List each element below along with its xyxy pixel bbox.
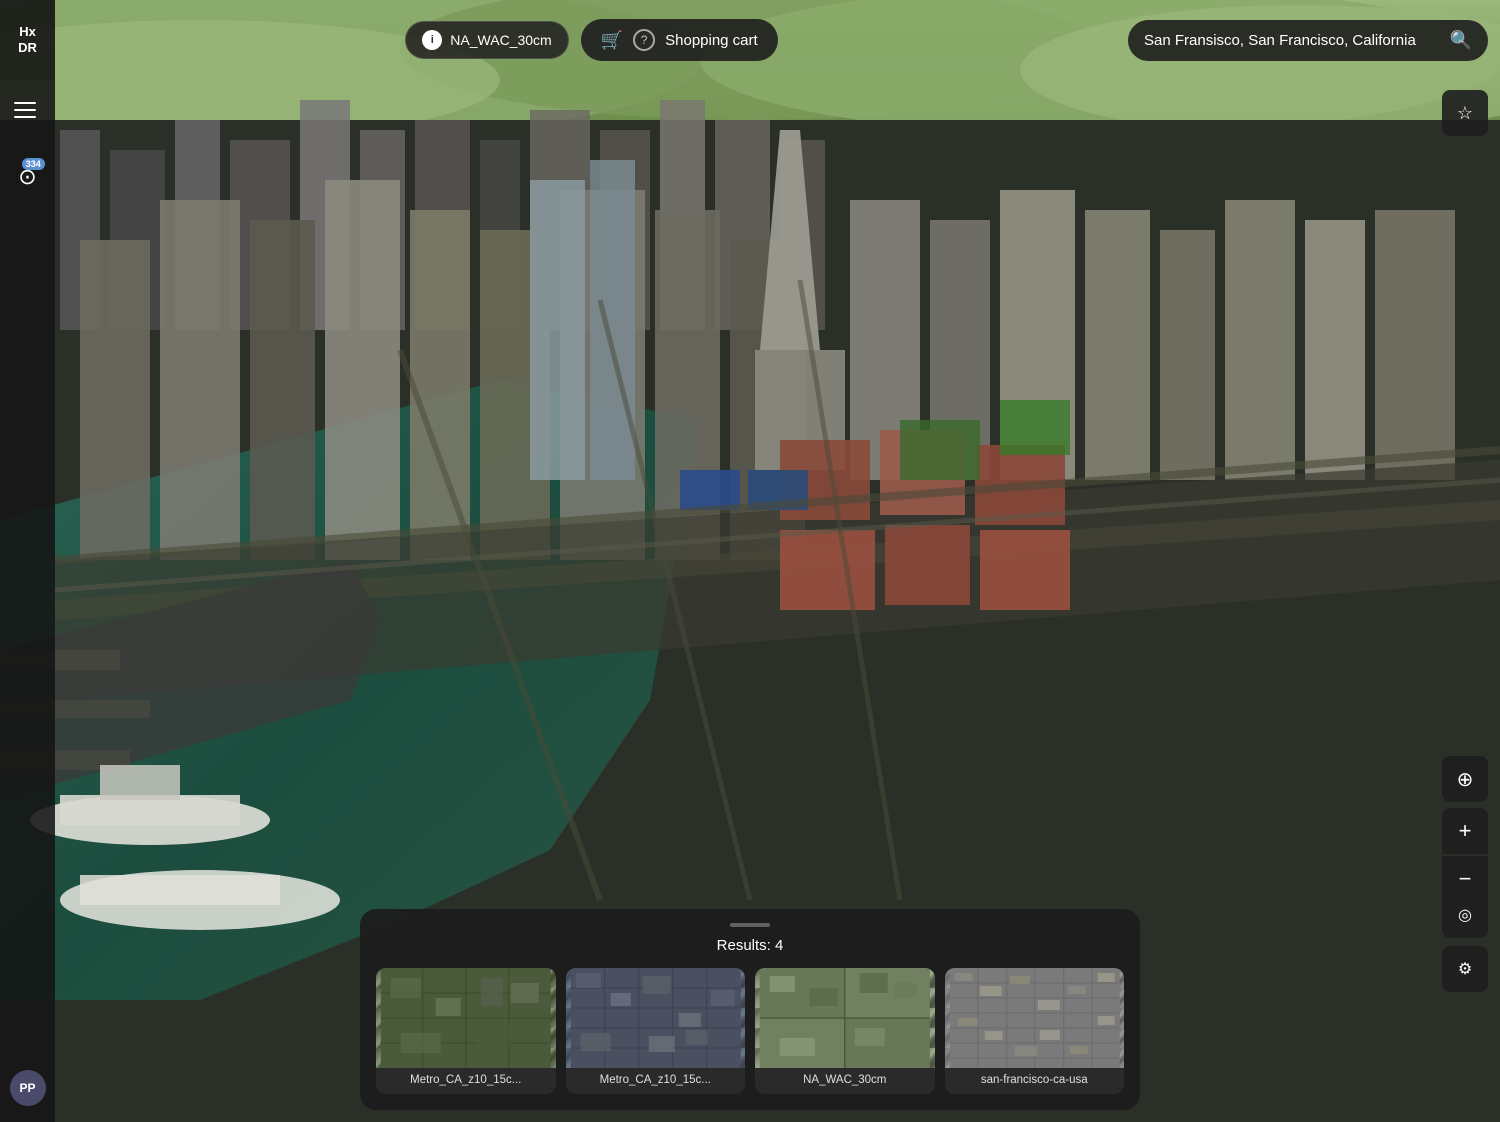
compass-button[interactable]: ◎ — [1442, 892, 1488, 938]
result-thumb-2 — [566, 968, 746, 1068]
logo-text: Hx — [19, 24, 36, 40]
result-label-4: san-francisco-ca-usa — [945, 1068, 1125, 1094]
compass-icon: ◎ — [1458, 905, 1472, 925]
drag-handle[interactable] — [730, 923, 770, 927]
result-thumb-1 — [376, 968, 556, 1068]
header: Hx DR i NA_WAC_30cm 🛒 ? Shopping cart 🔍 — [0, 0, 1500, 80]
search-icon[interactable]: 🔍 — [1450, 30, 1472, 51]
search-input[interactable] — [1144, 32, 1440, 49]
result-card-4[interactable]: san-francisco-ca-usa — [945, 968, 1125, 1094]
user-avatar[interactable]: PP — [10, 1070, 46, 1106]
hamburger-icon — [14, 109, 36, 111]
settings-button[interactable]: ⚙ — [1442, 946, 1488, 992]
settings-icon: ⚙ — [1458, 959, 1472, 979]
hamburger-icon — [14, 116, 36, 118]
nav-controls: ⊕ — [1442, 756, 1488, 802]
zoom-in-button[interactable]: + — [1442, 808, 1488, 854]
menu-button[interactable] — [10, 92, 46, 128]
result-thumb-4 — [945, 968, 1125, 1068]
results-panel: Results: 4 — [360, 909, 1140, 1110]
result-card-3[interactable]: NA_WAC_30cm — [755, 968, 935, 1094]
result-card-1[interactable]: Metro_CA_z10_15c... — [376, 968, 556, 1094]
user-avatar-area: PP — [0, 1070, 55, 1106]
info-pill[interactable]: i NA_WAC_30cm — [405, 21, 568, 59]
logo-area: Hx DR — [0, 0, 55, 80]
cart-label: Shopping cart — [665, 32, 758, 49]
bottom-right-controls: ◎ ⚙ — [1442, 892, 1488, 992]
result-label-1: Metro_CA_z10_15c... — [376, 1068, 556, 1094]
logo-subtext: DR — [18, 40, 37, 56]
star-icon: ☆ — [1457, 103, 1473, 124]
results-title: Results: 4 — [376, 937, 1124, 954]
header-center: i NA_WAC_30cm 🛒 ? Shopping cart — [55, 19, 1128, 61]
cart-button[interactable]: 🛒 ? Shopping cart — [581, 19, 778, 61]
globe-button[interactable]: ⊕ — [1442, 756, 1488, 802]
layers-button[interactable]: 334 ⊙ — [18, 164, 36, 190]
right-top-controls: ☆ — [1442, 90, 1488, 136]
zoom-controls: + − — [1442, 808, 1488, 902]
hamburger-icon — [14, 102, 36, 104]
results-grid: Metro_CA_z10_15c... — [376, 968, 1124, 1094]
help-icon: ? — [633, 29, 655, 51]
globe-icon: ⊕ — [1457, 767, 1474, 792]
search-bar[interactable]: 🔍 — [1128, 20, 1488, 61]
result-card-2[interactable]: Metro_CA_z10_15c... — [566, 968, 746, 1094]
result-thumb-3 — [755, 968, 935, 1068]
layer-badge: 334 — [22, 158, 45, 170]
star-button[interactable]: ☆ — [1442, 90, 1488, 136]
result-label-2: Metro_CA_z10_15c... — [566, 1068, 746, 1094]
left-sidebar: 334 ⊙ — [0, 80, 55, 1122]
info-label: NA_WAC_30cm — [450, 32, 551, 48]
info-icon: i — [422, 30, 442, 50]
result-label-3: NA_WAC_30cm — [755, 1068, 935, 1094]
cart-icon: 🛒 — [601, 30, 623, 51]
